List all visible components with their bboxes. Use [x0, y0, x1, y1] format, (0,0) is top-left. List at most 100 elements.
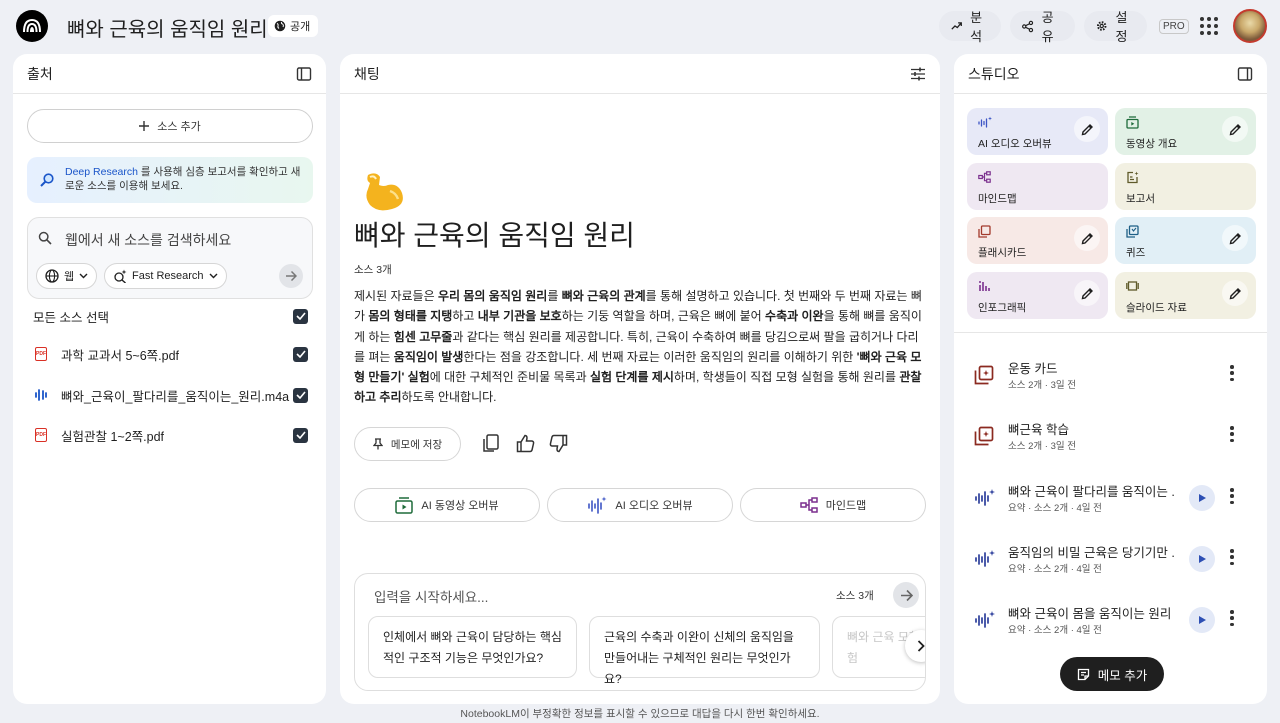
more-options-icon[interactable] — [1230, 610, 1234, 626]
play-button[interactable] — [1189, 485, 1215, 511]
trending-up-icon — [951, 22, 962, 30]
tile-label: 인포그래픽 — [978, 302, 1027, 314]
settings-label: 설정 — [1115, 10, 1128, 44]
source-item[interactable]: PDF 과학 교과서 5~6쪽.pdf — [33, 342, 308, 366]
ai-audio-overview-button[interactable]: AI 오디오 오버뷰 — [547, 488, 733, 522]
edit-button[interactable] — [1222, 116, 1248, 142]
video-icon — [1126, 116, 1139, 129]
source-item[interactable]: 뼈와_근육이_팔다리를_움직이는_원리.m4a — [33, 383, 308, 407]
note-title: 뼈와 근육이 팔다리를 움직이는 ... — [1008, 485, 1176, 499]
sparkle-search-icon — [114, 269, 127, 283]
copy-icon[interactable] — [482, 434, 500, 453]
web-search-input[interactable]: 웹에서 새 소스를 검색하세요 — [65, 230, 231, 250]
deep-research-banner[interactable]: Deep Research 를 사용해 심층 보고서를 확인하고 새로운 소스를… — [27, 157, 313, 203]
search-submit-button[interactable] — [279, 264, 303, 288]
globe-icon — [274, 20, 286, 32]
chat-input[interactable]: 입력을 시작하세요... — [374, 586, 488, 606]
thumbs-down-icon[interactable] — [549, 434, 568, 453]
search-icon — [38, 231, 52, 245]
more-options-icon[interactable] — [1230, 365, 1234, 381]
collapse-panel-icon[interactable] — [1237, 66, 1253, 82]
research-mode-dropdown[interactable]: Fast Research — [104, 263, 227, 289]
edit-button[interactable] — [1074, 225, 1100, 251]
collapse-panel-icon[interactable] — [296, 66, 312, 82]
studio-tile-video-overview[interactable]: 동영상 개요 — [1115, 108, 1256, 155]
play-button[interactable] — [1189, 607, 1215, 633]
check-icon — [295, 431, 306, 439]
avatar[interactable] — [1233, 9, 1267, 43]
send-button[interactable] — [893, 582, 919, 608]
sources-header: 출처 — [13, 54, 326, 94]
chevron-down-icon — [79, 273, 88, 279]
tile-label: 마인드맵 — [978, 193, 1017, 205]
source-item[interactable]: PDF 실험관찰 1~2쪽.pdf — [33, 423, 308, 447]
studio-tile-mindmap[interactable]: 마인드맵 — [967, 163, 1108, 210]
analysis-label: 분석 — [970, 10, 983, 44]
studio-header: 스튜디오 — [954, 54, 1267, 94]
note-meta: 요약 · 소스 2개 · 4일 전 — [1008, 625, 1102, 636]
studio-note[interactable]: 뼈와 근육이 몸을 움직이는 원리 요약 · 소스 2개 · 4일 전 — [972, 600, 1257, 640]
pencil-icon — [1229, 232, 1241, 244]
analysis-button[interactable]: 분석 — [939, 10, 1001, 44]
more-options-icon[interactable] — [1230, 549, 1234, 565]
studio-note[interactable]: 뼈와 근육이 팔다리를 움직이는 ... 요약 · 소스 2개 · 4일 전 — [972, 478, 1257, 518]
source-checkbox[interactable] — [293, 427, 308, 443]
flexed-biceps-icon — [366, 173, 403, 211]
web-filter-dropdown[interactable]: 웹 — [36, 263, 98, 289]
check-icon — [295, 391, 306, 399]
thumbs-up-icon[interactable] — [516, 434, 535, 453]
notebook-title[interactable]: 뼈와 근육의 움직임 원리 — [67, 13, 268, 42]
notebook-summary: 제시된 자료들은 우리 몸의 움직임 원리를 뼈와 근육의 관계를 통해 설명하… — [354, 289, 922, 405]
studio-tile-quiz[interactable]: 퀴즈 — [1115, 217, 1256, 264]
studio-note[interactable]: 운동 카드 소스 2개 · 3일 전 — [972, 355, 1257, 395]
chat-heading: 뼈와 근육의 움직임 원리 — [354, 220, 635, 251]
notebooklm-logo[interactable] — [16, 10, 48, 42]
studio-title: 스튜디오 — [968, 65, 1020, 82]
edit-button[interactable] — [1074, 280, 1100, 306]
studio-note[interactable]: 뼈근육 학습 소스 2개 · 3일 전 — [972, 416, 1257, 456]
source-checkbox[interactable] — [293, 387, 308, 403]
ai-video-overview-button[interactable]: AI 동영상 오버뷰 — [354, 488, 540, 522]
source-checkbox[interactable] — [293, 346, 308, 362]
tile-label: 보고서 — [1126, 193, 1155, 205]
edit-button[interactable] — [1222, 225, 1248, 251]
studio-tile-flashcards[interactable]: 플래시카드 — [967, 217, 1108, 264]
studio-note[interactable]: 움직임의 비밀 근육은 당기기만 ... 요약 · 소스 2개 · 4일 전 — [972, 539, 1257, 579]
plus-icon — [139, 121, 150, 131]
pdf-icon: PDF — [33, 427, 49, 443]
edit-button[interactable] — [1222, 280, 1248, 306]
select-all-checkbox[interactable] — [293, 308, 308, 324]
tune-settings-icon[interactable] — [910, 66, 926, 82]
note-meta: 소스 2개 · 3일 전 — [1008, 441, 1076, 452]
suggested-question[interactable]: 근육의 수축과 이완이 신체의 움직임을 만들어내는 구체적인 원리는 무엇인가… — [589, 616, 820, 686]
studio-tile-infographic[interactable]: 인포그래픽 — [967, 272, 1108, 319]
visibility-chip[interactable]: 공개 — [268, 15, 319, 37]
flashcard-icon — [974, 426, 994, 446]
share-label: 공유 — [1041, 10, 1054, 44]
overview-label: AI 동영상 오버뷰 — [421, 500, 499, 512]
studio-tile-audio-overview[interactable]: AI 오디오 오버뷰 — [967, 108, 1108, 155]
play-button[interactable] — [1189, 546, 1215, 572]
save-to-memo-button[interactable]: 메모에 저장 — [354, 427, 461, 461]
studio-tile-slides[interactable]: 슬라이드 자료 — [1115, 272, 1256, 319]
overview-label: 마인드맵 — [825, 500, 867, 512]
chat-panel: 채팅 뼈와 근육의 움직임 원리 소스 3개 제시된 자료들은 우리 몸의 움직… — [340, 54, 940, 704]
more-options-icon[interactable] — [1230, 426, 1234, 442]
gear-icon — [1096, 21, 1107, 31]
edit-button[interactable] — [1074, 116, 1100, 142]
share-button[interactable]: 공유 — [1010, 10, 1075, 44]
suggested-question[interactable]: 인체에서 뼈와 근육이 담당하는 핵심적인 구조적 기능은 무엇인가요? — [368, 616, 577, 678]
deep-research-link[interactable]: Deep Research — [65, 166, 138, 178]
note-title: 움직임의 비밀 근육은 당기기만 ... — [1008, 546, 1176, 560]
web-search-box: 웹에서 새 소스를 검색하세요 웹 Fast Research — [27, 217, 313, 299]
add-memo-button[interactable]: 메모 추가 — [1060, 657, 1164, 691]
mindmap-button[interactable]: 마인드맵 — [740, 488, 926, 522]
select-all-sources-row[interactable]: 모든 소스 선택 — [33, 304, 308, 328]
settings-button[interactable]: 설정 — [1084, 10, 1147, 44]
pencil-icon — [1229, 287, 1241, 299]
studio-tile-report[interactable]: 보고서 — [1115, 163, 1256, 210]
apps-grid-icon[interactable] — [1200, 17, 1218, 35]
more-options-icon[interactable] — [1230, 488, 1234, 504]
add-source-button[interactable]: 소스 추가 — [27, 109, 313, 143]
chevron-right-icon — [917, 640, 925, 652]
